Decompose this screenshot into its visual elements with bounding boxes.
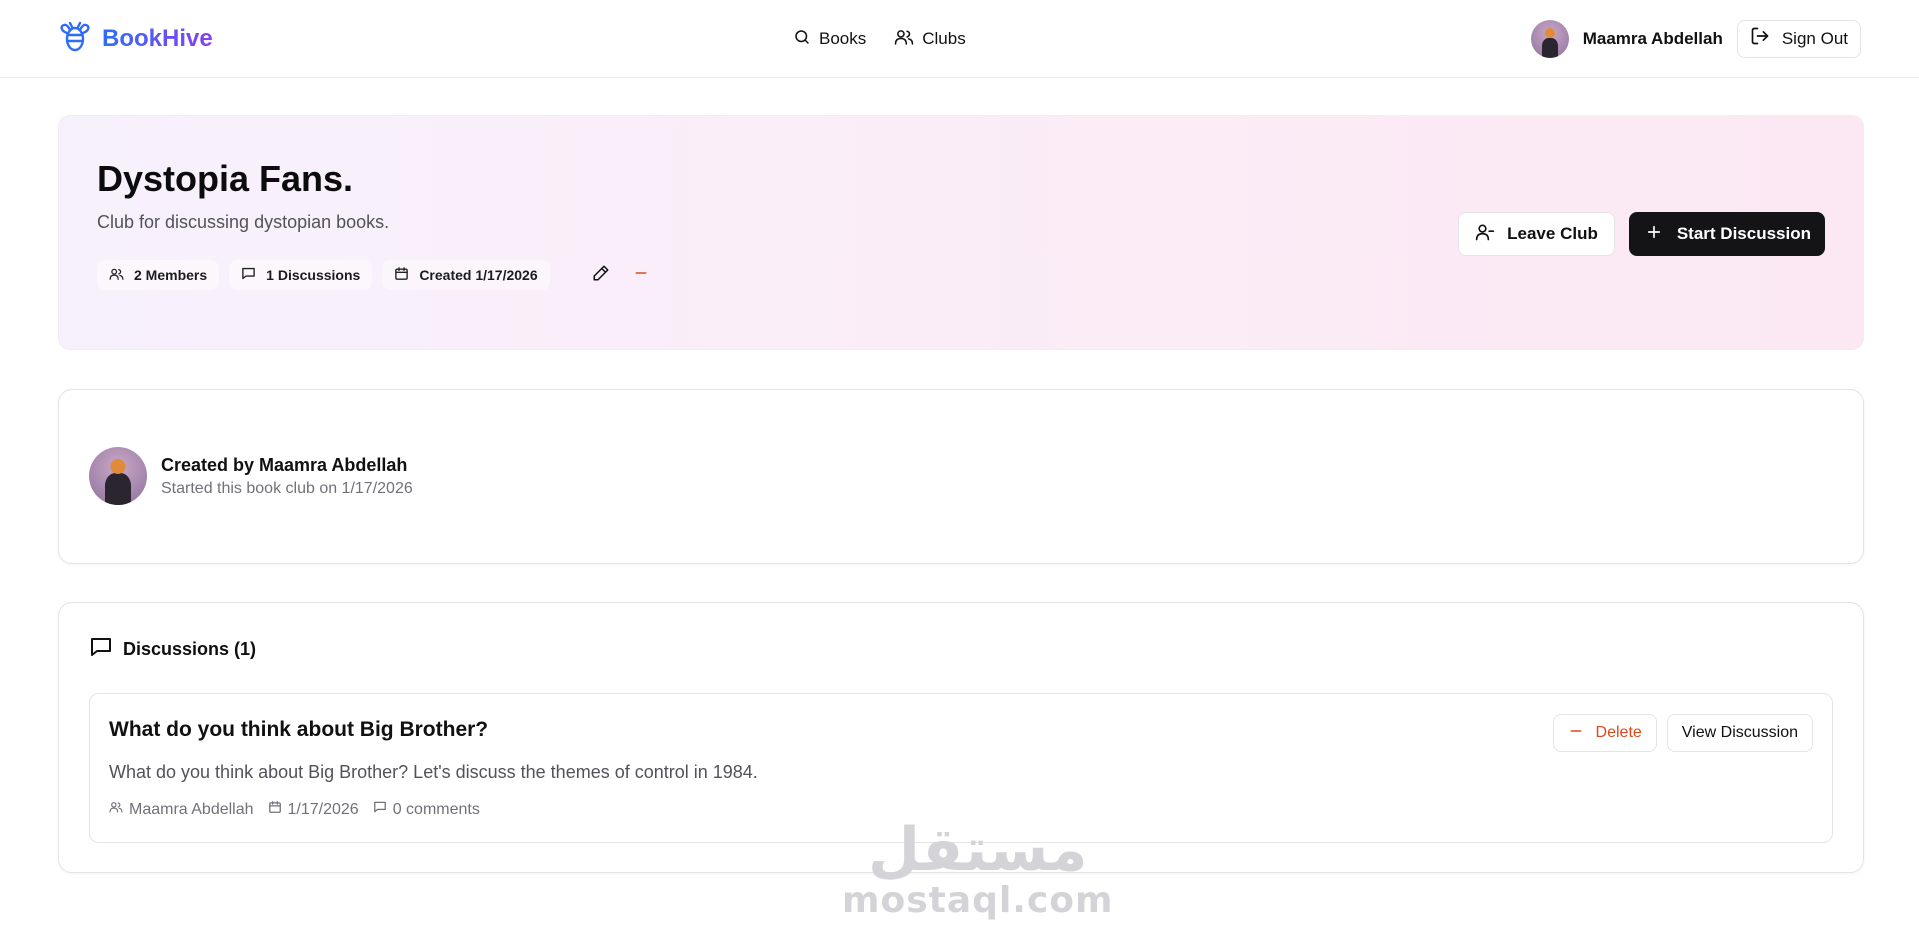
discussion-author-name: Maamra Abdellah	[129, 800, 254, 818]
club-title: Dystopia Fans.	[97, 158, 354, 199]
nav-clubs[interactable]: Clubs	[894, 28, 966, 51]
creator-avatar	[89, 447, 147, 505]
creator-title: Created by Maamra Abdellah	[161, 454, 408, 475]
discussion-comments-count: 0 comments	[392, 800, 480, 818]
creator-subtitle: Started this book club on 1/17/2026	[161, 479, 413, 497]
creator-info: Created by Maamra Abdellah Started this …	[89, 447, 413, 505]
main-nav: Books Clubs	[793, 0, 966, 78]
nav-books[interactable]: Books	[793, 28, 866, 51]
members-badge: 2 Members	[97, 260, 220, 290]
brand-name: BookHive	[102, 24, 213, 52]
club-actions: Leave Club Start Discussion	[1458, 212, 1825, 256]
discussions-count: 1 Discussions	[266, 267, 361, 283]
creator-card: Created by Maamra Abdellah Started this …	[58, 389, 1864, 564]
user-area: Maamra Abdellah Sign Out	[1530, 19, 1861, 58]
bee-icon	[58, 18, 92, 59]
sign-out-label: Sign Out	[1781, 28, 1848, 48]
club-description: Club for discussing dystopian books.	[97, 212, 390, 232]
minus-icon	[633, 265, 649, 286]
message-square-icon	[89, 635, 113, 664]
nav-clubs-label: Clubs	[922, 29, 966, 48]
top-navbar: BookHive Books Clubs Maamra Abdellah Sig…	[0, 0, 1919, 78]
message-square-icon	[241, 266, 256, 284]
nav-books-label: Books	[819, 29, 867, 48]
plus-icon	[1645, 223, 1663, 246]
leave-club-label: Leave Club	[1507, 224, 1598, 243]
start-discussion-label: Start Discussion	[1676, 224, 1811, 243]
discussion-comments: 0 comments	[373, 800, 480, 819]
discussion-date: 1/17/2026	[268, 800, 359, 819]
pencil-icon	[592, 264, 610, 287]
discussions-heading: Discussions (1)	[123, 639, 257, 659]
discussion-body: What do you think about Big Brother? Let…	[109, 762, 758, 782]
view-discussion-button[interactable]: View Discussion	[1666, 714, 1813, 752]
delete-club-button[interactable]	[626, 260, 656, 290]
users-icon	[109, 267, 124, 284]
leave-club-button[interactable]: Leave Club	[1458, 212, 1615, 256]
club-stats: 2 Members 1 Discussions Created 1/17/202…	[97, 260, 656, 290]
watermark: مستقل mostaql.com	[842, 820, 1114, 921]
discussions-header: Discussions (1)	[89, 635, 256, 664]
sign-out-button[interactable]: Sign Out	[1736, 19, 1861, 58]
discussions-badge: 1 Discussions	[229, 260, 373, 290]
creator-text: Created by Maamra Abdellah Started this …	[161, 455, 413, 498]
calendar-icon	[268, 800, 282, 819]
brand-logo[interactable]: BookHive	[58, 18, 213, 59]
view-discussion-label: View Discussion	[1681, 724, 1798, 741]
search-icon	[793, 28, 811, 51]
avatar[interactable]	[1530, 19, 1569, 58]
delete-label: Delete	[1595, 724, 1642, 741]
discussion-author: Maamra Abdellah	[109, 800, 254, 819]
discussion-meta: Maamra Abdellah 1/17/2026 0 comments	[109, 800, 480, 819]
discussion-title[interactable]: What do you think about Big Brother?	[109, 718, 488, 742]
calendar-icon	[394, 266, 409, 284]
discussion-actions: Delete View Discussion	[1552, 714, 1813, 752]
user-minus-icon	[1475, 222, 1495, 247]
user-icon	[109, 800, 123, 819]
users-icon	[894, 28, 914, 51]
message-square-icon	[373, 800, 387, 819]
club-hero: Dystopia Fans. Club for discussing dysto…	[58, 115, 1864, 350]
delete-discussion-button[interactable]: Delete	[1552, 714, 1657, 752]
edit-club-button[interactable]	[586, 260, 616, 290]
start-discussion-button[interactable]: Start Discussion	[1628, 212, 1825, 256]
watermark-arabic: مستقل	[868, 815, 1088, 885]
created-badge: Created 1/17/2026	[382, 260, 550, 290]
minus-icon	[1568, 723, 1584, 744]
watermark-latin: mostaql.com	[842, 880, 1114, 921]
discussion-date-value: 1/17/2026	[287, 800, 359, 818]
members-count: 2 Members	[134, 267, 208, 283]
user-name: Maamra Abdellah	[1582, 28, 1723, 48]
log-out-icon	[1750, 26, 1770, 51]
created-date: Created 1/17/2026	[419, 267, 538, 283]
